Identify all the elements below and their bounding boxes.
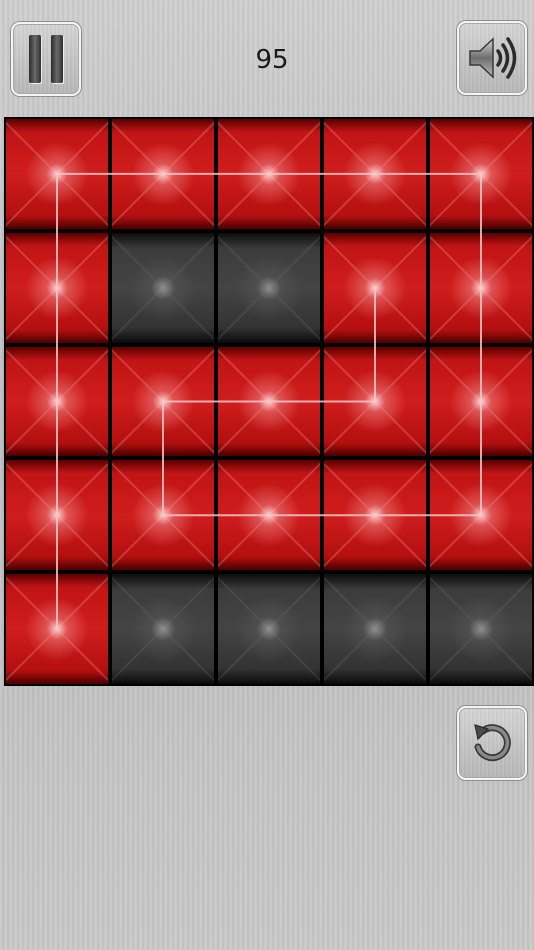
restart-button[interactable] bbox=[457, 706, 527, 780]
restart-icon bbox=[474, 724, 511, 762]
tile-r4-c3[interactable] bbox=[322, 572, 428, 686]
tile-r4-c4[interactable] bbox=[428, 572, 534, 686]
tile-r0-c3[interactable] bbox=[322, 117, 428, 231]
pause-icon-bar bbox=[51, 35, 63, 83]
top-bar: 95 bbox=[0, 0, 534, 116]
pause-icon bbox=[29, 35, 41, 83]
pause-button[interactable] bbox=[11, 22, 81, 96]
tile-r3-c4[interactable] bbox=[428, 458, 534, 573]
tile-r3-c2[interactable] bbox=[216, 458, 322, 573]
tile-r2-c2[interactable] bbox=[216, 344, 322, 459]
tile-r2-c4[interactable] bbox=[428, 344, 534, 459]
tile-r2-c0[interactable] bbox=[4, 344, 110, 459]
tile-r3-c0[interactable] bbox=[4, 458, 110, 573]
tile-r4-c2[interactable] bbox=[216, 572, 322, 686]
tile-r4-c1[interactable] bbox=[110, 572, 216, 686]
tile-r4-c0[interactable] bbox=[4, 572, 110, 686]
tile-r1-c0[interactable] bbox=[4, 230, 110, 345]
tile-r0-c4[interactable] bbox=[428, 117, 534, 231]
speaker-icon bbox=[469, 37, 517, 79]
tile-r0-c2[interactable] bbox=[216, 117, 322, 231]
sound-button[interactable] bbox=[457, 21, 527, 95]
score-counter: 95 bbox=[255, 45, 289, 75]
tile-r0-c1[interactable] bbox=[110, 117, 216, 231]
tile-r2-c1[interactable] bbox=[110, 344, 216, 459]
tile-r1-c2[interactable] bbox=[216, 230, 322, 345]
tile-r1-c1[interactable] bbox=[110, 230, 216, 345]
tile-r3-c1[interactable] bbox=[110, 458, 216, 573]
tile-r1-c4[interactable] bbox=[428, 230, 534, 345]
tile-r3-c3[interactable] bbox=[322, 458, 428, 573]
game-board bbox=[4, 117, 534, 686]
tile-r1-c3[interactable] bbox=[322, 230, 428, 345]
tile-r0-c0[interactable] bbox=[4, 117, 110, 231]
tile-r2-c3[interactable] bbox=[322, 344, 428, 459]
